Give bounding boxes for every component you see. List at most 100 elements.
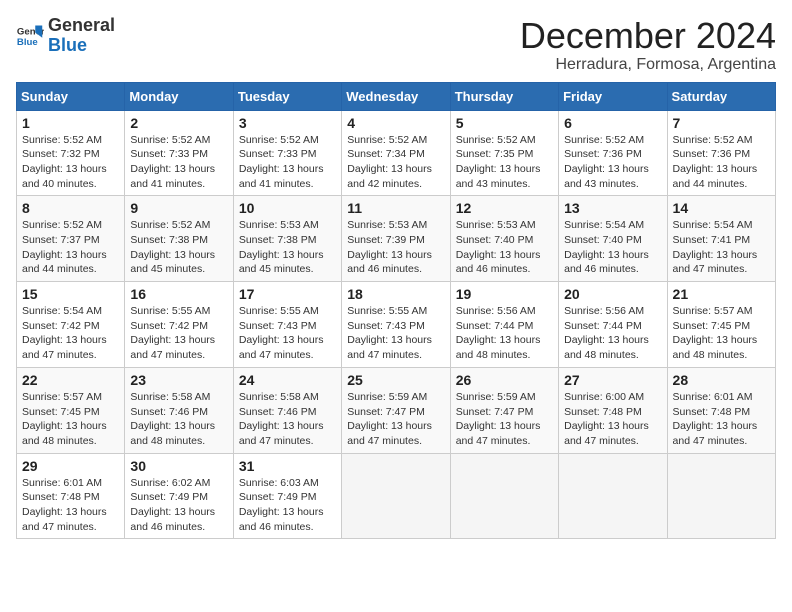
calendar-cell: 17 Sunrise: 5:55 AM Sunset: 7:43 PM Dayli… — [233, 282, 341, 368]
calendar-cell: 19 Sunrise: 5:56 AM Sunset: 7:44 PM Dayli… — [450, 282, 558, 368]
day-number: 6 — [564, 115, 661, 131]
calendar-cell: 14Sunrise: 5:54 AM Sunset: 7:41 PM Dayli… — [667, 196, 775, 282]
calendar-cell: 10 Sunrise: 5:53 AM Sunset: 7:38 PM Dayli… — [233, 196, 341, 282]
day-info: Sunrise: 5:56 AM Sunset: 7:44 PM Dayligh… — [456, 304, 553, 363]
calendar-cell: 23 Sunrise: 5:58 AM Sunset: 7:46 PM Dayli… — [125, 367, 233, 453]
day-number: 26 — [456, 372, 553, 388]
day-info: Sunrise: 5:53 AM Sunset: 7:38 PM Dayligh… — [239, 218, 336, 277]
day-info: Sunrise: 5:52 AM Sunset: 7:33 PM Dayligh… — [239, 133, 336, 192]
calendar-cell: 29Sunrise: 6:01 AM Sunset: 7:48 PM Dayli… — [17, 453, 125, 539]
day-of-week-header: Sunday — [17, 82, 125, 110]
day-number: 5 — [456, 115, 553, 131]
day-number: 16 — [130, 286, 227, 302]
day-number: 20 — [564, 286, 661, 302]
calendar-cell: 1Sunrise: 5:52 AM Sunset: 7:32 PM Daylig… — [17, 110, 125, 196]
day-number: 7 — [673, 115, 770, 131]
day-info: Sunrise: 5:59 AM Sunset: 7:47 PM Dayligh… — [456, 390, 553, 449]
calendar-cell: 26 Sunrise: 5:59 AM Sunset: 7:47 PM Dayli… — [450, 367, 558, 453]
day-info: Sunrise: 5:59 AM Sunset: 7:47 PM Dayligh… — [347, 390, 444, 449]
day-number: 18 — [347, 286, 444, 302]
calendar-cell: 7 Sunrise: 5:52 AM Sunset: 7:36 PM Daylig… — [667, 110, 775, 196]
calendar-cell: 16Sunrise: 5:55 AM Sunset: 7:42 PM Dayli… — [125, 282, 233, 368]
day-number: 8 — [22, 200, 119, 216]
day-info: Sunrise: 5:57 AM Sunset: 7:45 PM Dayligh… — [22, 390, 119, 449]
calendar-cell: 30 Sunrise: 6:02 AM Sunset: 7:49 PM Dayli… — [125, 453, 233, 539]
day-info: Sunrise: 6:01 AM Sunset: 7:48 PM Dayligh… — [22, 476, 119, 535]
calendar-cell: 31 Sunrise: 6:03 AM Sunset: 7:49 PM Dayli… — [233, 453, 341, 539]
calendar-cell: 6Sunrise: 5:52 AM Sunset: 7:36 PM Daylig… — [559, 110, 667, 196]
day-of-week-header: Monday — [125, 82, 233, 110]
day-number: 2 — [130, 115, 227, 131]
calendar-cell: 2 Sunrise: 5:52 AM Sunset: 7:33 PM Daylig… — [125, 110, 233, 196]
day-number: 3 — [239, 115, 336, 131]
day-info: Sunrise: 5:54 AM Sunset: 7:40 PM Dayligh… — [564, 218, 661, 277]
day-number: 13 — [564, 200, 661, 216]
day-info: Sunrise: 5:52 AM Sunset: 7:38 PM Dayligh… — [130, 218, 227, 277]
calendar-cell: 4 Sunrise: 5:52 AM Sunset: 7:34 PM Daylig… — [342, 110, 450, 196]
day-info: Sunrise: 5:52 AM Sunset: 7:36 PM Dayligh… — [673, 133, 770, 192]
day-info: Sunrise: 6:02 AM Sunset: 7:49 PM Dayligh… — [130, 476, 227, 535]
day-of-week-header: Saturday — [667, 82, 775, 110]
day-info: Sunrise: 5:53 AM Sunset: 7:39 PM Dayligh… — [347, 218, 444, 277]
calendar-cell: 22 Sunrise: 5:57 AM Sunset: 7:45 PM Dayli… — [17, 367, 125, 453]
title-area: December 2024 Herradura, Formosa, Argent… — [520, 16, 776, 74]
day-info: Sunrise: 5:56 AM Sunset: 7:44 PM Dayligh… — [564, 304, 661, 363]
day-number: 23 — [130, 372, 227, 388]
calendar-cell: 24Sunrise: 5:58 AM Sunset: 7:46 PM Dayli… — [233, 367, 341, 453]
calendar-cell: 5 Sunrise: 5:52 AM Sunset: 7:35 PM Daylig… — [450, 110, 558, 196]
day-info: Sunrise: 5:52 AM Sunset: 7:33 PM Dayligh… — [130, 133, 227, 192]
svg-text:Blue: Blue — [17, 37, 38, 48]
header: General Blue General Blue December 2024 … — [16, 16, 776, 74]
day-number: 4 — [347, 115, 444, 131]
day-number: 17 — [239, 286, 336, 302]
day-info: Sunrise: 5:52 AM Sunset: 7:32 PM Dayligh… — [22, 133, 119, 192]
day-info: Sunrise: 6:03 AM Sunset: 7:49 PM Dayligh… — [239, 476, 336, 535]
calendar-cell: 28Sunrise: 6:01 AM Sunset: 7:48 PM Dayli… — [667, 367, 775, 453]
calendar-cell: 11 Sunrise: 5:53 AM Sunset: 7:39 PM Dayli… — [342, 196, 450, 282]
day-number: 30 — [130, 458, 227, 474]
day-number: 10 — [239, 200, 336, 216]
day-number: 24 — [239, 372, 336, 388]
day-number: 21 — [673, 286, 770, 302]
day-of-week-header: Wednesday — [342, 82, 450, 110]
calendar-cell — [450, 453, 558, 539]
month-title: December 2024 — [520, 16, 776, 56]
calendar-cell — [667, 453, 775, 539]
day-info: Sunrise: 6:00 AM Sunset: 7:48 PM Dayligh… — [564, 390, 661, 449]
day-number: 15 — [22, 286, 119, 302]
day-number: 9 — [130, 200, 227, 216]
day-number: 11 — [347, 200, 444, 216]
calendar-cell — [559, 453, 667, 539]
calendar-cell: 15 Sunrise: 5:54 AM Sunset: 7:42 PM Dayli… — [17, 282, 125, 368]
subtitle: Herradura, Formosa, Argentina — [520, 56, 776, 74]
calendar-week-row: 8 Sunrise: 5:52 AM Sunset: 7:37 PM Daylig… — [17, 196, 776, 282]
day-of-week-header: Tuesday — [233, 82, 341, 110]
calendar-week-row: 29Sunrise: 6:01 AM Sunset: 7:48 PM Dayli… — [17, 453, 776, 539]
day-info: Sunrise: 5:55 AM Sunset: 7:43 PM Dayligh… — [347, 304, 444, 363]
day-of-week-header: Thursday — [450, 82, 558, 110]
logo-icon: General Blue — [16, 22, 44, 50]
calendar-cell: 8 Sunrise: 5:52 AM Sunset: 7:37 PM Daylig… — [17, 196, 125, 282]
day-info: Sunrise: 5:52 AM Sunset: 7:37 PM Dayligh… — [22, 218, 119, 277]
day-number: 31 — [239, 458, 336, 474]
day-info: Sunrise: 5:52 AM Sunset: 7:35 PM Dayligh… — [456, 133, 553, 192]
day-info: Sunrise: 6:01 AM Sunset: 7:48 PM Dayligh… — [673, 390, 770, 449]
day-number: 19 — [456, 286, 553, 302]
day-info: Sunrise: 5:55 AM Sunset: 7:43 PM Dayligh… — [239, 304, 336, 363]
calendar-cell — [342, 453, 450, 539]
day-number: 27 — [564, 372, 661, 388]
calendar-week-row: 1Sunrise: 5:52 AM Sunset: 7:32 PM Daylig… — [17, 110, 776, 196]
day-number: 22 — [22, 372, 119, 388]
calendar-cell: 21Sunrise: 5:57 AM Sunset: 7:45 PM Dayli… — [667, 282, 775, 368]
day-info: Sunrise: 5:54 AM Sunset: 7:42 PM Dayligh… — [22, 304, 119, 363]
logo: General Blue General Blue — [16, 16, 115, 56]
calendar-cell: 13 Sunrise: 5:54 AM Sunset: 7:40 PM Dayli… — [559, 196, 667, 282]
logo-general-text: General — [48, 15, 115, 35]
logo-blue-text: Blue — [48, 35, 87, 55]
calendar-table: SundayMondayTuesdayWednesdayThursdayFrid… — [16, 82, 776, 540]
day-of-week-header: Friday — [559, 82, 667, 110]
day-number: 12 — [456, 200, 553, 216]
day-info: Sunrise: 5:58 AM Sunset: 7:46 PM Dayligh… — [130, 390, 227, 449]
day-info: Sunrise: 5:52 AM Sunset: 7:34 PM Dayligh… — [347, 133, 444, 192]
calendar-cell: 9 Sunrise: 5:52 AM Sunset: 7:38 PM Daylig… — [125, 196, 233, 282]
